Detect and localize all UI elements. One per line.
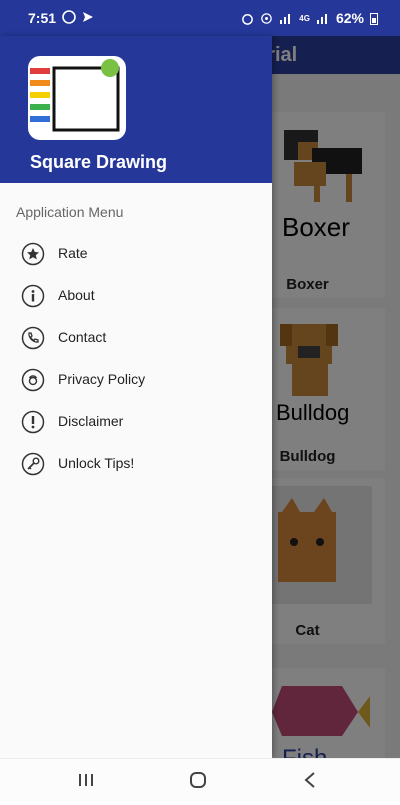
star-icon xyxy=(21,242,45,266)
phone-icon xyxy=(21,326,45,350)
menu-item-disclaimer[interactable]: Disclaimer xyxy=(0,401,272,443)
menu-item-contact[interactable]: Contact xyxy=(0,317,272,359)
menu-item-label: About xyxy=(58,287,95,303)
menu-heading: Application Menu xyxy=(16,204,124,220)
notification-icons xyxy=(62,10,94,24)
battery-percent: 62% xyxy=(335,10,364,26)
network-type: 4G xyxy=(299,13,310,23)
alarm-icon xyxy=(242,13,254,25)
status-time: 7:51 xyxy=(28,10,57,26)
menu-item-label: Rate xyxy=(58,245,88,261)
menu-item-about[interactable]: About xyxy=(0,275,272,317)
battery-icon xyxy=(370,12,378,25)
send-icon xyxy=(83,12,93,22)
key-icon xyxy=(21,452,45,476)
app-logo-icon xyxy=(28,56,126,140)
menu-item-rate[interactable]: Rate xyxy=(0,233,272,275)
system-icons: 4G 62% xyxy=(241,10,378,26)
menu-item-label: Disclaimer xyxy=(58,413,124,429)
recent-apps-button[interactable] xyxy=(66,765,106,795)
exclamation-icon xyxy=(21,410,45,434)
hotspot-icon xyxy=(261,12,273,24)
signal-icon xyxy=(280,14,291,24)
menu-item-label: Unlock Tips! xyxy=(58,455,135,471)
status-bar: 7:51 4G 62% xyxy=(0,0,400,36)
privacy-icon xyxy=(21,368,45,392)
menu-item-unlock-tips[interactable]: Unlock Tips! xyxy=(0,443,272,485)
signal-icon-2 xyxy=(316,14,327,24)
home-button[interactable] xyxy=(178,765,218,795)
drawer-header: Square Drawing xyxy=(0,36,272,183)
navigation-drawer: Square Drawing Application Menu Rate Abo… xyxy=(0,36,272,758)
menu-item-label: Contact xyxy=(58,329,107,345)
back-button[interactable] xyxy=(290,765,330,795)
menu-item-label: Privacy Policy xyxy=(58,371,146,387)
whatsapp-icon xyxy=(62,10,76,24)
system-nav-bar xyxy=(0,758,400,801)
info-icon xyxy=(21,284,45,308)
menu-item-privacy-policy[interactable]: Privacy Policy xyxy=(0,359,272,401)
drawer-title: Square Drawing xyxy=(30,152,168,172)
